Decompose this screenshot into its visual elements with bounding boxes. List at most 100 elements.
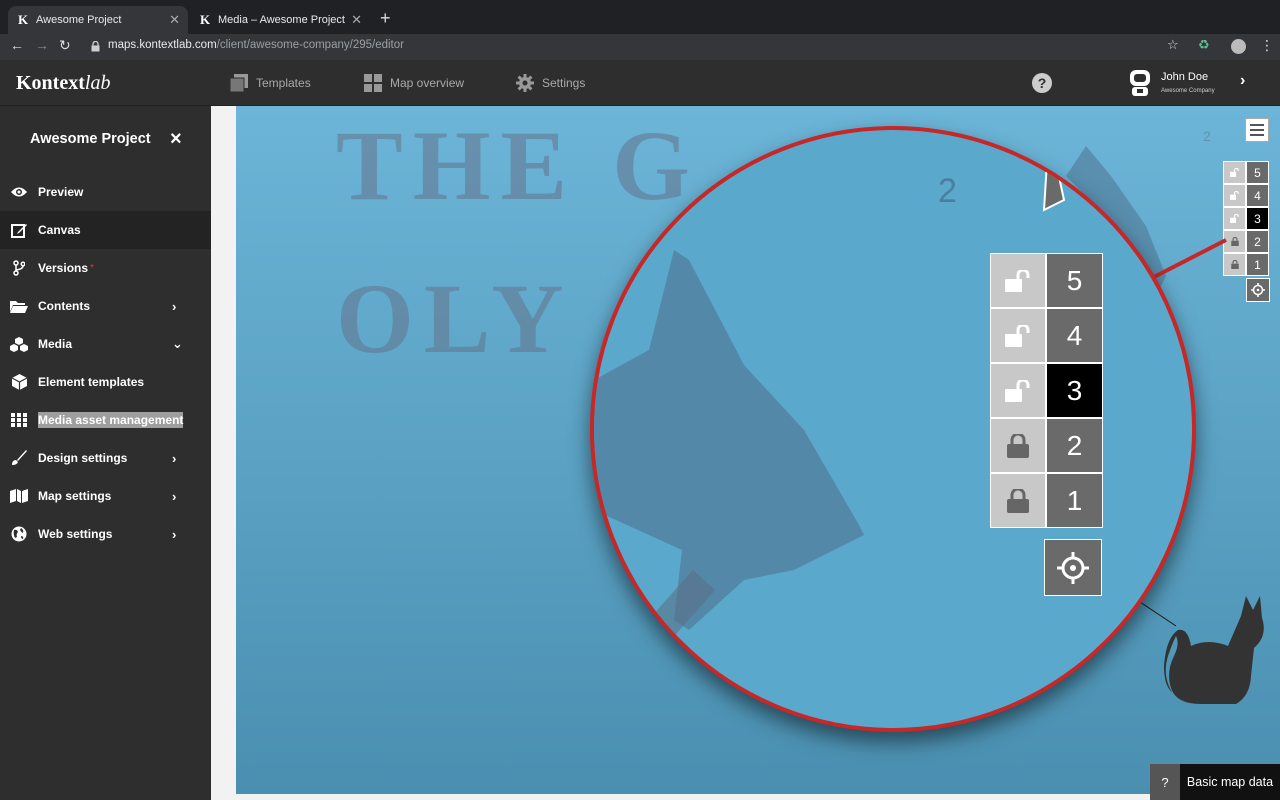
close-icon[interactable]: × [170, 128, 182, 151]
map-icon [0, 489, 38, 503]
extension-icon[interactable]: ♻ [1198, 37, 1210, 53]
url-path: /client/awesome-company/295/editor [216, 39, 404, 51]
unlock-icon[interactable] [1223, 184, 1246, 207]
chevron-down-icon: ⌄ [172, 336, 183, 351]
branch-icon [0, 260, 38, 276]
help-icon[interactable]: ? [1032, 73, 1052, 93]
templates-icon [230, 74, 248, 92]
reload-icon[interactable]: ↻ [59, 37, 71, 54]
layer-number[interactable]: 5 [1246, 161, 1269, 184]
layer-number[interactable]: 1 [1246, 253, 1269, 276]
basic-map-data-label[interactable]: Basic map data [1180, 764, 1280, 800]
sidebar-item-web-settings[interactable]: Web settings › [0, 515, 211, 553]
unlock-icon[interactable] [1223, 161, 1246, 184]
address-bar: ← → ↻ maps.kontextlab.com/client/awesome… [0, 34, 1280, 60]
sidebar-item-label: Web settings [38, 527, 113, 541]
sidebar-item-element-templates[interactable]: Element templates [0, 363, 211, 401]
lock-icon[interactable] [990, 418, 1046, 473]
sidebar-item-map-settings[interactable]: Map settings › [0, 477, 211, 515]
sidebar-item-canvas[interactable]: Canvas [0, 211, 211, 249]
unlock-icon[interactable] [990, 363, 1046, 418]
new-tab-button[interactable]: + [380, 8, 391, 29]
layer-number[interactable]: 4 [1046, 308, 1103, 363]
lock-icon[interactable] [990, 473, 1046, 528]
sidebar-item-media[interactable]: Media ⌄ [0, 325, 211, 363]
star-icon[interactable]: ☆ [1167, 37, 1179, 53]
browser-tabbar: K Awesome Project ✕ K Media – Awesome Pr… [0, 0, 1280, 34]
sidebar-item-design-settings[interactable]: Design settings › [0, 439, 211, 477]
level-indicator: 2 [1203, 128, 1211, 144]
chevron-right-icon[interactable]: › [1240, 72, 1245, 90]
browser-tab-active[interactable]: K Awesome Project ✕ [8, 6, 188, 34]
layer-row[interactable]: 2 [990, 418, 1103, 473]
magnifier-callout: 2 5 4 3 2 1 [590, 126, 1196, 732]
layer-number[interactable]: 2 [1046, 418, 1103, 473]
layer-number[interactable]: 2 [1246, 230, 1269, 253]
close-tab-icon[interactable]: ✕ [169, 12, 180, 28]
edit-icon [0, 222, 38, 238]
sidebar-item-label: Element templates [38, 375, 145, 389]
nav-map-overview[interactable]: Map overview [364, 74, 464, 92]
layer-row[interactable]: 1 [990, 473, 1103, 528]
folder-icon [0, 299, 38, 313]
url-host: maps.kontextlab.com [108, 39, 217, 51]
grid-icon [0, 413, 38, 427]
project-header: Awesome Project × [0, 106, 211, 172]
unlock-icon[interactable] [990, 253, 1046, 308]
layer-number[interactable]: 1 [1046, 473, 1103, 528]
sidebar-item-label: Preview [38, 185, 84, 199]
unsaved-dot: * [90, 262, 94, 274]
tab-title: Media – Awesome Project [218, 14, 345, 26]
layer-row[interactable]: 5 [990, 253, 1103, 308]
magnified-level-indicator: 2 [938, 172, 957, 210]
user-menu[interactable]: John Doe Awesome Company [1126, 68, 1215, 103]
layer-switcher-magnified: 5 4 3 2 1 [990, 253, 1103, 528]
user-company: Awesome Company [1161, 88, 1215, 94]
nav-templates[interactable]: Templates [230, 74, 311, 92]
nav-templates-label: Templates [256, 76, 311, 90]
layer-row[interactable]: 5 [1223, 161, 1269, 184]
menu-dots-icon[interactable]: ⋮ [1260, 37, 1274, 54]
unlock-icon[interactable] [990, 308, 1046, 363]
sidebar-item-label: Media asset management [38, 412, 184, 428]
tab-favicon: K [18, 12, 29, 27]
nav-settings[interactable]: Settings [516, 74, 585, 92]
grid-icon [364, 74, 382, 92]
app-header: Kontextlab Templates Map overview Settin… [0, 60, 1280, 106]
back-icon[interactable]: ← [10, 37, 24, 53]
user-name: John Doe [1161, 71, 1209, 83]
layer-number-active[interactable]: 3 [1246, 207, 1269, 230]
layer-row[interactable]: 3 [990, 363, 1103, 418]
magnified-land-shape [594, 130, 1066, 680]
cubes-icon [0, 336, 38, 352]
close-tab-icon[interactable]: ✕ [351, 12, 362, 28]
nav-map-overview-label: Map overview [390, 76, 465, 90]
sidebar-item-contents[interactable]: Contents › [0, 287, 211, 325]
layer-number[interactable]: 4 [1246, 184, 1269, 207]
sidebar-item-versions[interactable]: Versions * [0, 249, 211, 287]
layer-number-active[interactable]: 3 [1046, 363, 1103, 418]
sidebar-item-label: Design settings [38, 451, 128, 465]
gear-icon [516, 74, 534, 92]
hamburger-menu-icon[interactable] [1245, 118, 1269, 142]
layer-row[interactable]: 3 [1223, 207, 1269, 230]
sidebar-item-media-asset-management[interactable]: Media asset management [0, 401, 211, 439]
help-icon[interactable]: ? [1150, 764, 1180, 800]
basic-map-data[interactable]: ? Basic map data [1150, 764, 1280, 800]
browser-tab[interactable]: K Media – Awesome Project ✕ [190, 6, 370, 34]
layer-number[interactable]: 5 [1046, 253, 1103, 308]
crosshair-icon[interactable] [1246, 278, 1270, 302]
nav-settings-label: Settings [542, 76, 586, 90]
crosshair-icon[interactable] [1044, 539, 1102, 596]
layer-row[interactable]: 4 [990, 308, 1103, 363]
chevron-right-icon: › [172, 526, 177, 542]
kontextlab-logo[interactable]: Kontextlab [16, 72, 110, 95]
url-field[interactable]: maps.kontextlab.com/client/awesome-compa… [108, 39, 404, 51]
layer-row[interactable]: 4 [1223, 184, 1269, 207]
sidebar-item-preview[interactable]: Preview [0, 173, 211, 211]
forward-icon[interactable]: → [35, 37, 49, 53]
unlock-icon[interactable] [1223, 207, 1246, 230]
sidebar-item-label: Versions [38, 261, 89, 275]
map-title-line2: OLY [336, 263, 574, 374]
profile-avatar-icon[interactable] [1231, 39, 1246, 54]
